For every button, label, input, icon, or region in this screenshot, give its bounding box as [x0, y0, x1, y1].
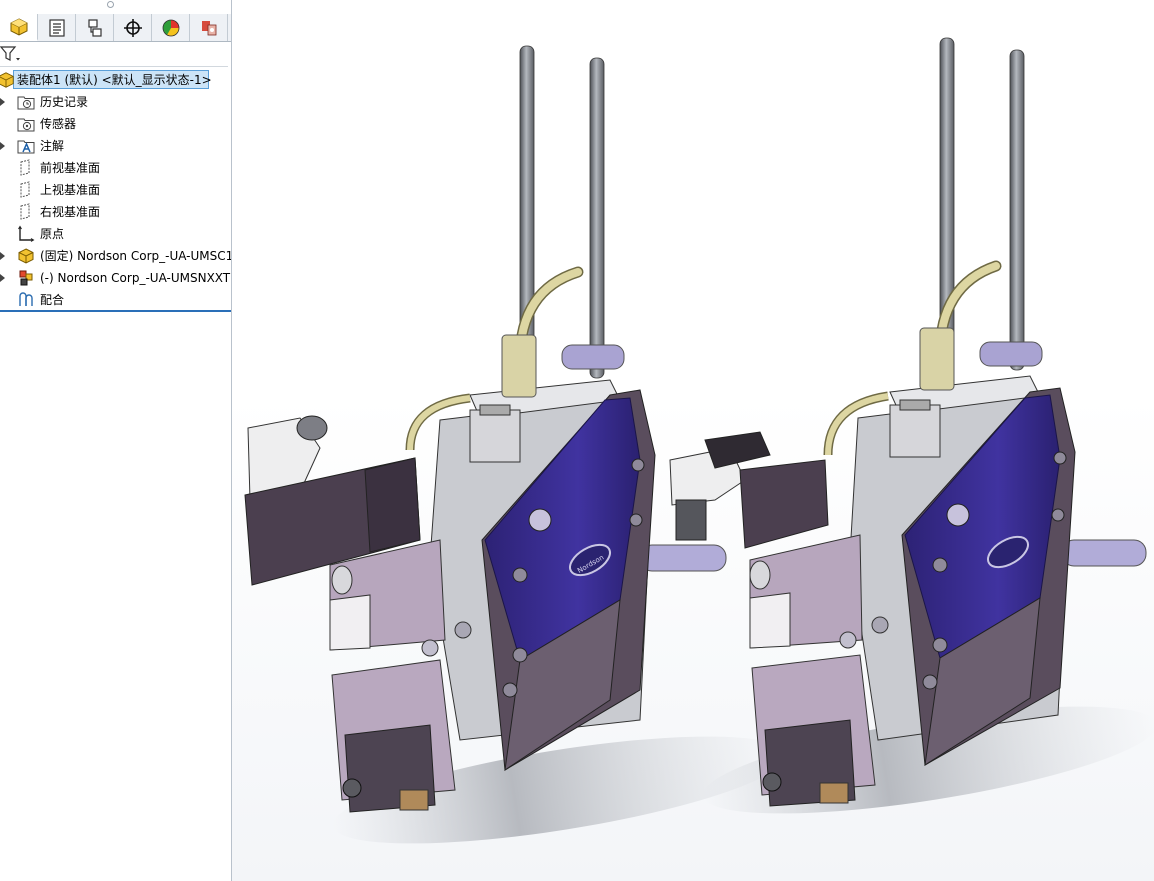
tab-dimxpert[interactable]: [114, 14, 152, 41]
display-pie-icon: [162, 19, 179, 36]
crosshair-icon: [123, 18, 142, 37]
tree-root-label: 装配体1 (默认) <默认_显示状态-1>: [17, 73, 212, 87]
tree-root-assembly[interactable]: 装配体1 (默认) <默认_显示状态-1>: [0, 69, 231, 91]
tree-item-mates[interactable]: 配合: [0, 289, 231, 311]
tab-appearance[interactable]: [190, 14, 228, 41]
tab-display[interactable]: [152, 14, 190, 41]
tree-item-label: 前视基准面: [40, 161, 101, 175]
assembly-cube-icon: [10, 17, 27, 36]
tree-item-annotations[interactable]: 注解: [0, 135, 231, 157]
history-folder-icon: [17, 96, 35, 110]
funnel-filter-icon[interactable]: [0, 45, 22, 63]
plane-icon: [20, 203, 30, 220]
graphics-viewport[interactable]: Nordson: [232, 0, 1154, 881]
tree-item-label: 历史记录: [40, 95, 89, 109]
sensor-folder-icon: [17, 118, 35, 132]
tree-item-label: 上视基准面: [40, 183, 101, 197]
tree-item-label: 配合: [40, 293, 65, 307]
part-icon: [19, 270, 33, 286]
mates-icon: [19, 292, 33, 306]
tree-item-label: (-) Nordson Corp_-UA-UMSNXXT: [40, 271, 231, 285]
tree-item-label: 原点: [40, 227, 65, 241]
tab-feature-tree[interactable]: [0, 14, 38, 41]
tree-item-label: 右视基准面: [40, 205, 101, 219]
tree-item-right-plane[interactable]: 右视基准面: [0, 201, 231, 223]
tree-item-label: 注解: [40, 139, 65, 153]
tree-item-history[interactable]: 历史记录: [0, 91, 231, 113]
tree-item-component-floating[interactable]: (-) Nordson Corp_-UA-UMSNXXT: [0, 267, 231, 289]
annotation-folder-icon: [17, 140, 35, 154]
appearance-icon: [201, 20, 216, 35]
feature-manager-panel: 装配体1 (默认) <默认_显示状态-1> 历史记录 传感器 注解 前视基准面 …: [0, 0, 232, 881]
tree-item-front-plane[interactable]: 前视基准面: [0, 157, 231, 179]
panel-grip[interactable]: [107, 1, 114, 8]
expand-arrow-icon[interactable]: [0, 135, 6, 157]
origin-icon: [18, 225, 35, 242]
tree-end-divider: [0, 310, 231, 312]
tree-item-component-fixed[interactable]: (固定) Nordson Corp_-UA-UMSC1: [0, 245, 231, 267]
property-list-icon: [48, 18, 65, 37]
tree-item-label: (固定) Nordson Corp_-UA-UMSC1: [40, 249, 231, 263]
tab-configuration[interactable]: [76, 14, 114, 41]
assembly-cube-icon: [0, 72, 14, 88]
expand-arrow-icon[interactable]: [0, 267, 6, 289]
filter-bar: [0, 42, 228, 67]
tree-item-label: 传感器: [40, 117, 77, 131]
applicator-right: [669, 37, 1147, 807]
expand-arrow-icon[interactable]: [0, 91, 6, 113]
tree-item-top-plane[interactable]: 上视基准面: [0, 179, 231, 201]
plane-icon: [20, 159, 30, 176]
plane-icon: [20, 181, 30, 198]
tab-property[interactable]: [38, 14, 76, 41]
tree-item-origin[interactable]: 原点: [0, 223, 231, 245]
feature-manager-tabs: [0, 14, 231, 42]
part-icon: [18, 248, 34, 264]
tree-item-sensors[interactable]: 传感器: [0, 113, 231, 135]
configuration-icon: [87, 18, 102, 37]
expand-arrow-icon[interactable]: [0, 245, 6, 267]
applicator-left: Nordson: [244, 45, 727, 813]
cad-model-render: Nordson: [244, 37, 1154, 844]
